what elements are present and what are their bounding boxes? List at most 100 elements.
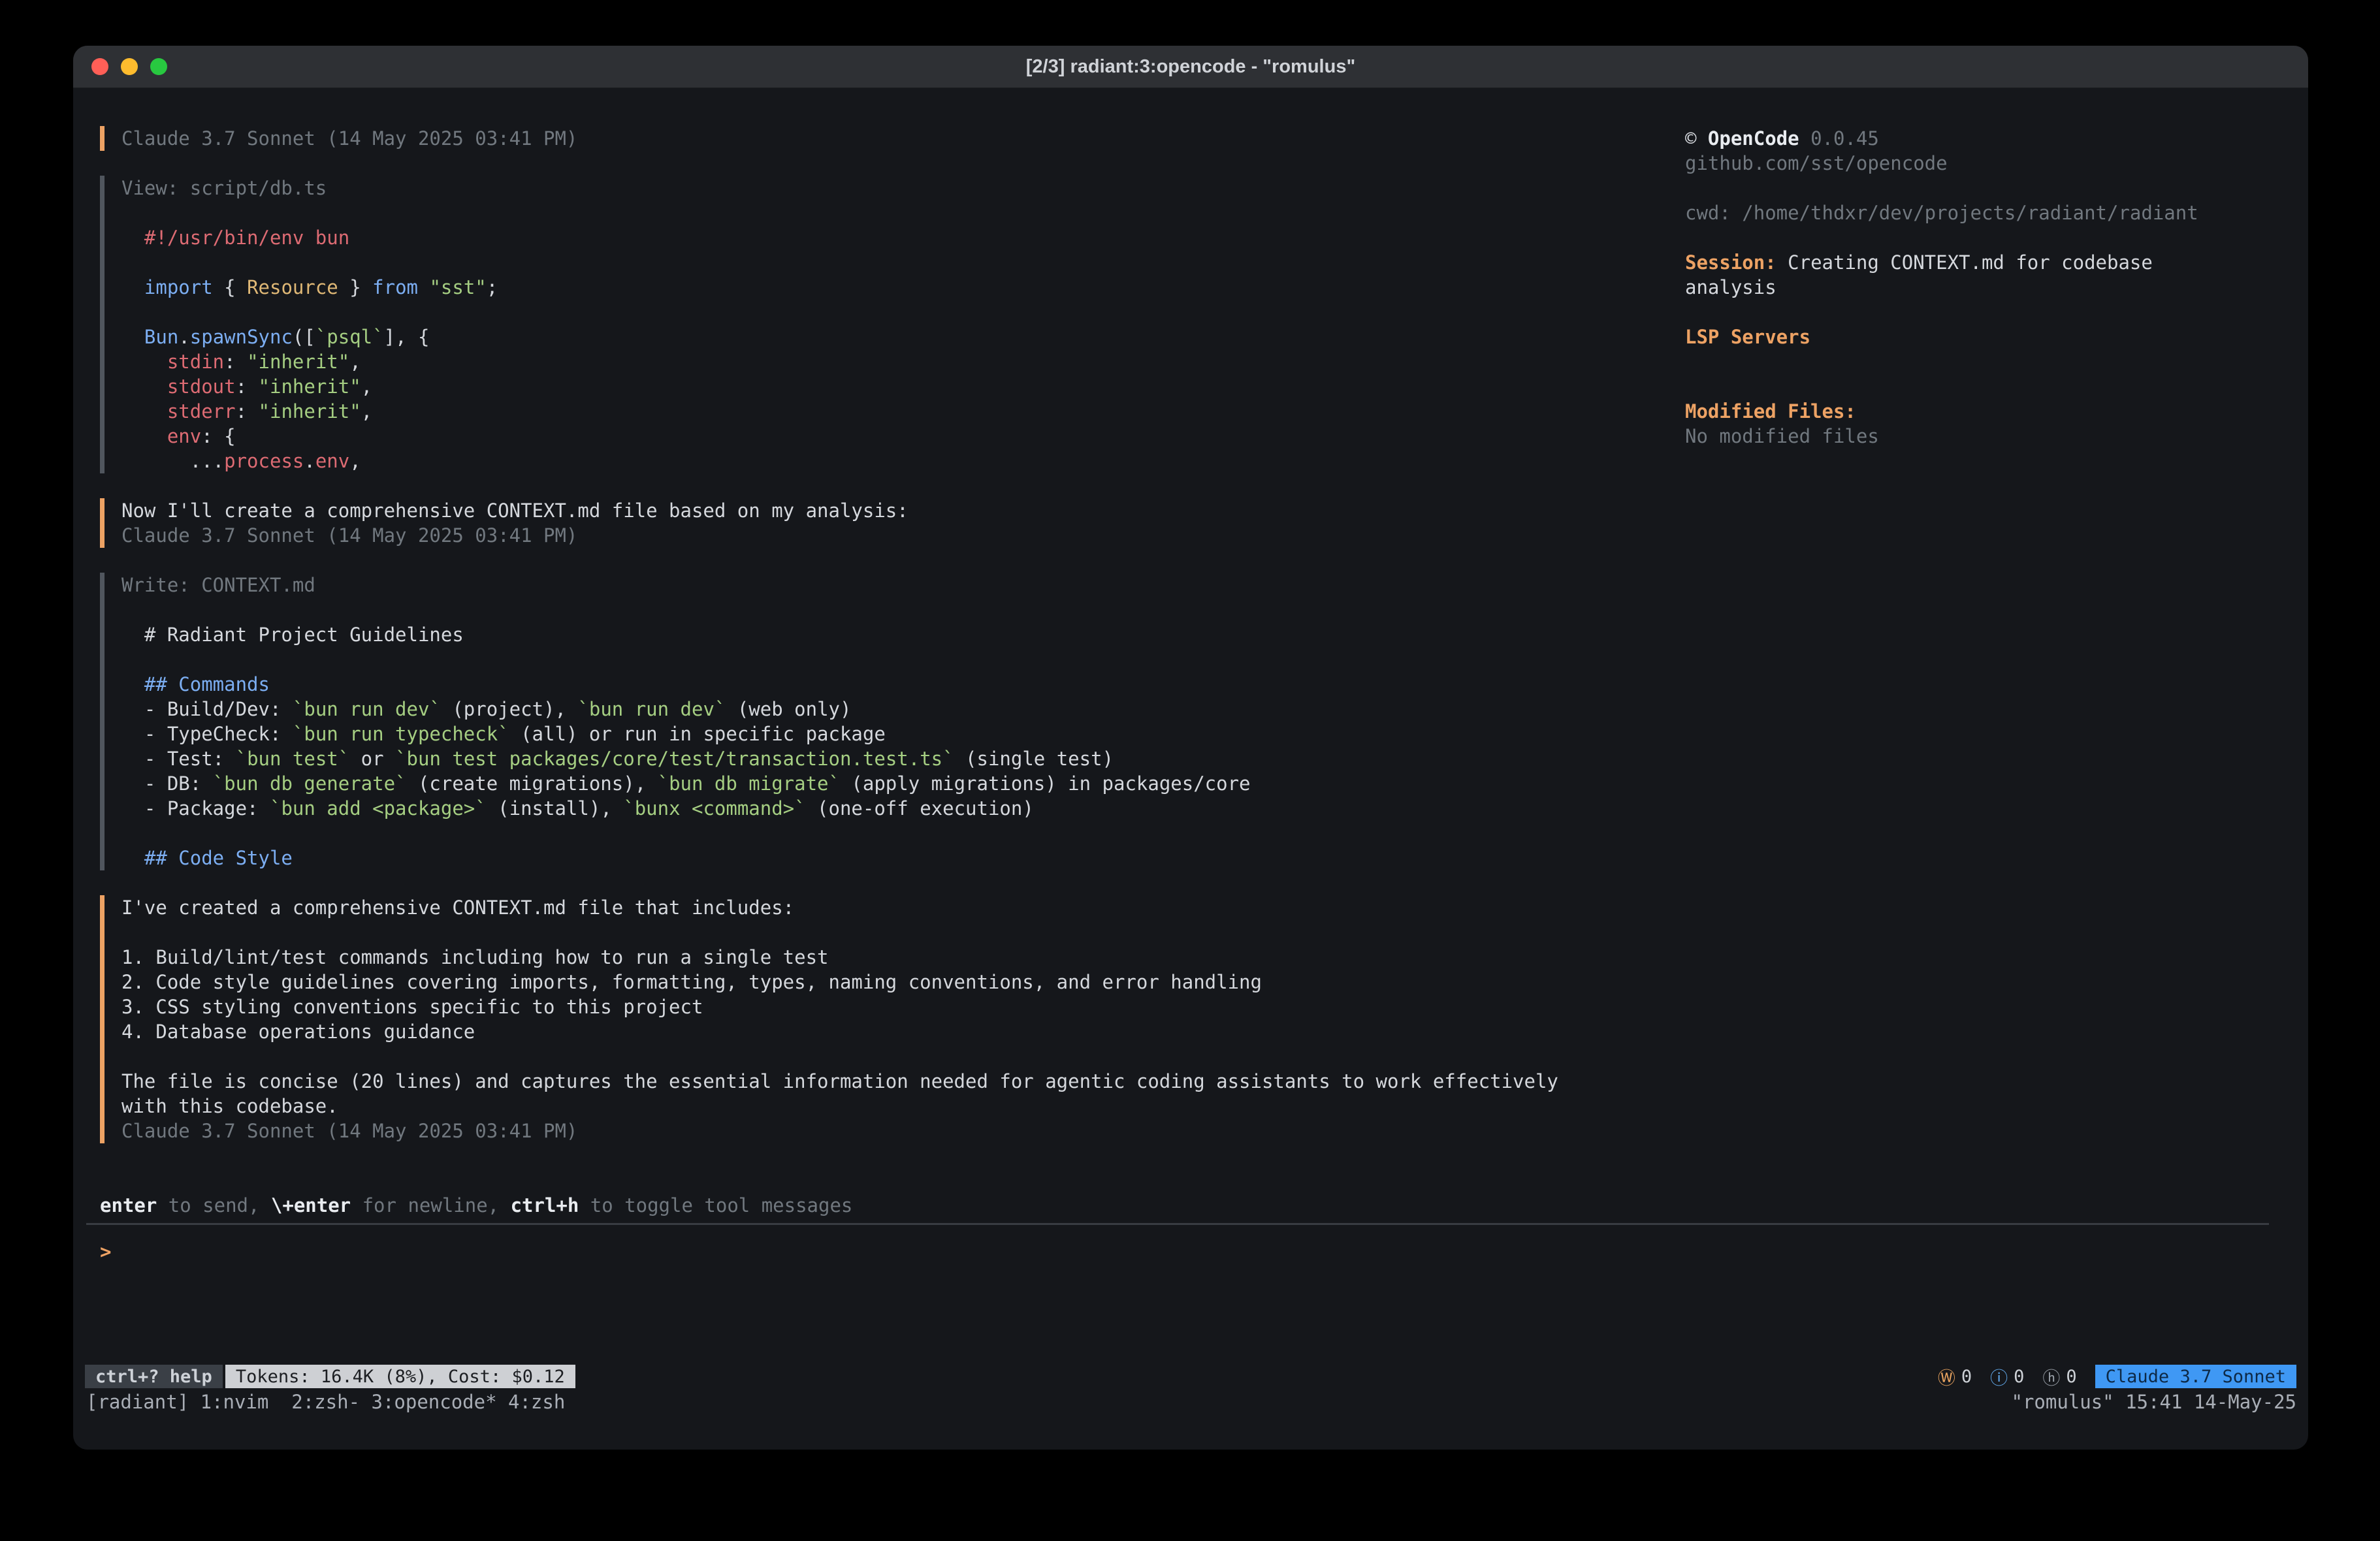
text-segment: Bun — [144, 326, 178, 348]
tmux-session-info: "romulus" 15:41 14-May-25 — [2012, 1390, 2297, 1414]
prompt-symbol: > — [100, 1241, 111, 1263]
text-segment: process — [224, 450, 304, 472]
text-segment — [121, 276, 144, 298]
text-segment: 0.0.45 — [1799, 127, 1879, 150]
text-segment: env — [315, 450, 349, 472]
warning-count: 0 — [1961, 1367, 1972, 1387]
text-segment: 2. Code style guidelines covering import… — [121, 971, 1262, 993]
text-segment: stdin — [167, 351, 224, 373]
text-segment: `bun test packages/core/test/transaction… — [395, 748, 954, 770]
close-window-button[interactable] — [91, 58, 108, 75]
text-segment: `bun db generate` — [213, 772, 407, 795]
text-segment: \+enter — [271, 1194, 351, 1216]
text-line — [121, 300, 1667, 325]
text-segment: : { — [201, 425, 235, 447]
text-line: ## Commands — [121, 672, 1667, 697]
text-line — [1685, 300, 2260, 325]
text-segment: "inherit" — [259, 400, 361, 422]
text-segment: © — [1685, 127, 1708, 150]
text-segment: 1. Build/lint/test commands including ho… — [121, 946, 829, 968]
text-segment: (web only) — [726, 698, 851, 720]
text-segment: (create migrations), — [407, 772, 658, 795]
text-line: ...process.env, — [121, 449, 1667, 473]
text-line: import { Resource } from "sst"; — [121, 275, 1667, 300]
zoom-window-button[interactable] — [150, 58, 167, 75]
text-line: Now I'll create a comprehensive CONTEXT.… — [121, 498, 1667, 523]
text-line: - Test: `bun test` or `bun test packages… — [121, 746, 1667, 771]
text-line — [121, 1044, 1667, 1069]
text-segment: No modified files — [1685, 425, 1879, 447]
text-segment: , — [361, 375, 372, 398]
text-segment: . — [304, 450, 315, 472]
window-titlebar[interactable]: [2/3] radiant:3:opencode - "romulus" — [73, 46, 2308, 88]
text-segment — [418, 276, 429, 298]
text-segment: ctrl+h — [511, 1194, 579, 1216]
text-segment — [121, 847, 144, 869]
text-segment: # Radiant Project Guidelines — [121, 624, 464, 646]
text-segment: : — [236, 400, 259, 422]
status-bar-right: Ⓦ 0 ⓘ 0 ⓗ 0 Claude 3.7 Sonnet — [1938, 1364, 2296, 1390]
text-segment: { — [213, 276, 247, 298]
text-line: - Package: `bun add <package>` (install)… — [121, 796, 1667, 821]
text-line: - DB: `bun db generate` (create migratio… — [121, 771, 1667, 796]
text-segment: (install), — [487, 797, 624, 819]
text-segment — [121, 400, 167, 422]
hint-icon: ⓗ — [2042, 1364, 2060, 1390]
text-line — [1685, 176, 2260, 200]
chat-history[interactable]: Claude 3.7 Sonnet (14 May 2025 03:41 PM)… — [100, 126, 1667, 1143]
text-segment: #!/usr/bin/env bun — [121, 227, 349, 249]
text-segment: (single test) — [954, 748, 1114, 770]
text-line: ## Code Style — [121, 846, 1667, 870]
text-segment: cwd: /home/thdxr/dev/projects/radiant/ra… — [1685, 202, 2198, 224]
text-line: stderr: "inherit", — [121, 399, 1667, 424]
text-segment: stderr — [167, 400, 236, 422]
text-line: 1. Build/lint/test commands including ho… — [121, 945, 1667, 970]
text-line — [121, 597, 1667, 622]
text-segment: LSP Servers — [1685, 326, 1810, 348]
text-segment — [121, 326, 144, 348]
text-segment: - Test: — [121, 748, 236, 770]
text-segment: 3. CSS styling conventions specific to t… — [121, 996, 703, 1018]
help-shortcut-chip[interactable]: ctrl+? help — [85, 1365, 223, 1388]
text-segment: Now I'll create a comprehensive CONTEXT.… — [121, 500, 909, 522]
tmux-status-bar: [radiant] 1:nvim 2:zsh- 3:opencode* 4:zs… — [86, 1390, 2296, 1414]
text-segment: env — [167, 425, 201, 447]
tmux-window-list[interactable]: [radiant] 1:nvim 2:zsh- 3:opencode* 4:zs… — [86, 1390, 565, 1414]
text-segment: ## Commands — [144, 673, 270, 695]
text-segment: for newline, — [351, 1194, 510, 1216]
text-line: - Build/Dev: `bun run dev` (project), `b… — [121, 697, 1667, 722]
text-line: with this codebase. — [121, 1094, 1667, 1119]
text-segment: import — [144, 276, 213, 298]
text-segment: or — [349, 748, 395, 770]
text-line: github.com/sst/opencode — [1685, 151, 2260, 176]
text-segment: `bun run typecheck` — [293, 723, 509, 745]
keybind-help: enter to send, \+enter for newline, ctrl… — [86, 1193, 2269, 1218]
text-line: Claude 3.7 Sonnet (14 May 2025 03:41 PM) — [121, 1119, 1667, 1143]
minimize-window-button[interactable] — [121, 58, 138, 75]
text-line: 3. CSS styling conventions specific to t… — [121, 994, 1667, 1019]
prompt-input[interactable]: > — [86, 1239, 2269, 1264]
text-segment: , — [361, 400, 372, 422]
text-line — [1685, 374, 2260, 399]
info-icon: ⓘ — [1990, 1364, 2008, 1390]
text-segment: OpenCode — [1708, 127, 1799, 150]
text-line: #!/usr/bin/env bun — [121, 225, 1667, 250]
text-segment: - Build/Dev: — [121, 698, 293, 720]
text-segment: to send, — [157, 1194, 271, 1216]
text-segment: stdout — [167, 375, 236, 398]
text-segment: github.com/sst/opencode — [1685, 152, 1948, 174]
text-segment: "inherit" — [259, 375, 361, 398]
text-segment — [121, 351, 167, 373]
text-line: Bun.spawnSync([`psql`], { — [121, 325, 1667, 349]
text-line: stdout: "inherit", — [121, 374, 1667, 399]
text-segment: `psql` — [315, 326, 384, 348]
text-line — [121, 920, 1667, 945]
terminal-window: [2/3] radiant:3:opencode - "romulus" Cla… — [73, 46, 2308, 1450]
model-badge[interactable]: Claude 3.7 Sonnet — [2095, 1365, 2296, 1388]
text-segment: `bun run dev` — [293, 698, 441, 720]
text-segment: I've created a comprehensive CONTEXT.md … — [121, 897, 794, 919]
session-sidebar: © OpenCode 0.0.45github.com/sst/opencode… — [1685, 126, 2260, 449]
tool-write-block: Write: CONTEXT.md # Radiant Project Guid… — [100, 573, 1667, 870]
assistant-message-block: I've created a comprehensive CONTEXT.md … — [100, 895, 1667, 1143]
diagnostics-warnings: Ⓦ 0 — [1938, 1364, 1972, 1390]
